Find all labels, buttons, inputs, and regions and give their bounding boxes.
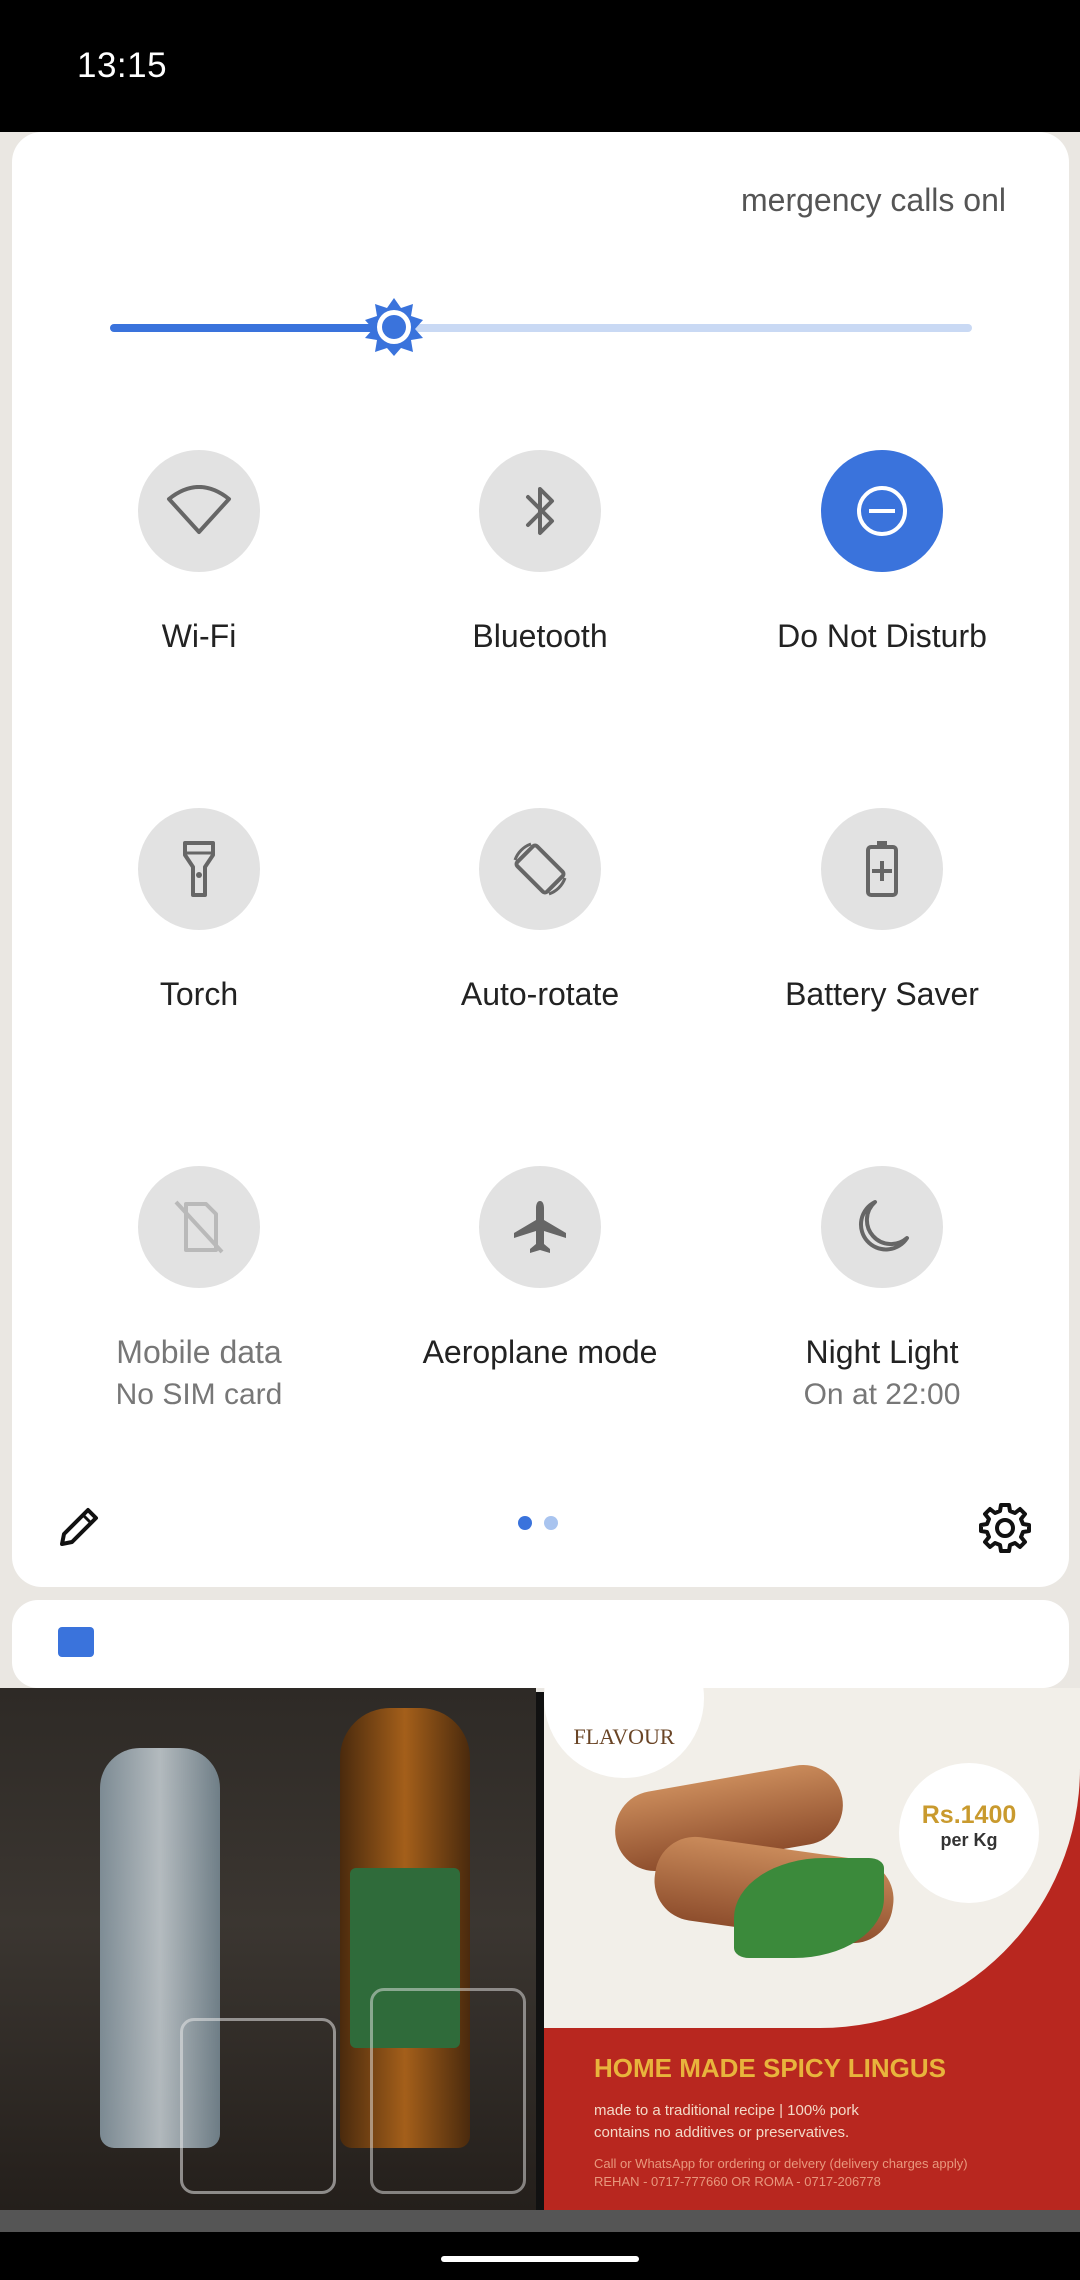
gear-icon: [979, 1503, 1031, 1553]
wifi-icon: [167, 485, 231, 534]
tile-night-light-sublabel: On at 22:00: [803, 1378, 961, 1411]
tile-auto-rotate-button[interactable]: [479, 808, 601, 930]
background-photo-drinks: [0, 1688, 536, 2210]
brightness-slider-fill[interactable]: [110, 324, 392, 332]
tile-wifi[interactable]: Wi-Fi: [28, 450, 370, 658]
torch-icon: [183, 841, 215, 897]
background-promo-image: FLAVOUR Rs.1400 per Kg HOME MADE SPICY L…: [544, 1688, 1080, 2210]
tile-torch[interactable]: Torch: [28, 808, 370, 1016]
google-news-icon: [58, 1627, 94, 1657]
tile-do-not-disturb-button[interactable]: [821, 450, 943, 572]
settings-button[interactable]: [974, 1496, 1036, 1558]
tile-night-light[interactable]: Night Light On at 22:00: [711, 1166, 1053, 1416]
glass-shape: [180, 2018, 336, 2194]
edit-tiles-button[interactable]: [50, 1498, 108, 1556]
pencil-icon: [60, 1508, 98, 1546]
promo-contact: REHAN - 0717-777660 OR ROMA - 0717-20677…: [594, 2174, 881, 2189]
brightness-slider-thumb[interactable]: [363, 296, 425, 358]
carrier-text: mergency calls onl: [741, 182, 1006, 218]
tile-wifi-label: Wi-Fi: [161, 618, 237, 654]
price-unit: per Kg: [940, 1830, 998, 1850]
tile-aeroplane-mode-label: Aeroplane mode: [422, 1334, 658, 1370]
promo-line: contains no additives or preservatives.: [594, 2124, 850, 2141]
do-not-disturb-icon: [857, 486, 907, 536]
page-dot-active: [518, 1516, 532, 1530]
battery-saver-icon: [866, 841, 898, 897]
promo-title: HOME MADE SPICY LINGUS: [594, 2053, 947, 2083]
mobile-data-off-icon: [174, 1200, 224, 1254]
tile-bluetooth-label: Bluetooth: [472, 618, 608, 654]
tile-wifi-button[interactable]: [138, 450, 260, 572]
brightness-slider-track[interactable]: [392, 324, 972, 332]
tile-battery-saver-label: Battery Saver: [785, 976, 979, 1012]
tile-night-light-label: Night Light: [805, 1334, 959, 1370]
price-badge: Rs.1400 per Kg: [899, 1763, 1039, 1903]
tile-torch-button[interactable]: [138, 808, 260, 930]
page-dot-inactive[interactable]: [544, 1516, 558, 1530]
tile-auto-rotate-label: Auto-rotate: [460, 976, 620, 1012]
glass-shape: [370, 1988, 526, 2194]
aeroplane-icon: [514, 1201, 566, 1253]
home-gesture-pill[interactable]: [441, 2256, 639, 2262]
tile-mobile-data-label: Mobile data: [116, 1334, 282, 1370]
status-bar: 13:15: [0, 0, 1080, 132]
clock: 13:15: [77, 46, 168, 85]
tile-aeroplane-mode-button[interactable]: [479, 1166, 601, 1288]
page-indicator: [518, 1516, 558, 1530]
tile-aeroplane-mode[interactable]: Aeroplane mode: [369, 1166, 711, 1374]
tile-battery-saver-button[interactable]: [821, 808, 943, 930]
auto-rotate-icon: [513, 842, 567, 896]
promo-line: made to a traditional recipe | 100% pork: [594, 2102, 859, 2119]
bluetooth-icon: [526, 487, 554, 535]
tile-mobile-data-sublabel: No SIM card: [115, 1378, 283, 1411]
notification-card[interactable]: [12, 1600, 1069, 1688]
tile-do-not-disturb[interactable]: Do Not Disturb: [711, 450, 1053, 658]
night-light-icon: [858, 1200, 909, 1252]
tile-mobile-data[interactable]: Mobile data No SIM card: [28, 1166, 370, 1416]
scroll-edge: [0, 2210, 1080, 2232]
price-text: Rs.1400: [921, 1801, 1017, 1829]
tile-do-not-disturb-label: Do Not Disturb: [777, 618, 987, 654]
tile-bluetooth[interactable]: Bluetooth: [369, 450, 711, 658]
quick-settings-panel: mergency calls onl Wi-Fi Bluetooth Do No…: [12, 132, 1069, 1587]
tile-night-light-button[interactable]: [821, 1166, 943, 1288]
tile-mobile-data-button[interactable]: [138, 1166, 260, 1288]
tile-torch-label: Torch: [159, 976, 239, 1012]
promo-contact: Call or WhatsApp for ordering or delvery…: [594, 2156, 968, 2171]
tile-bluetooth-button[interactable]: [479, 450, 601, 572]
tile-auto-rotate[interactable]: Auto-rotate: [369, 808, 711, 1016]
tile-battery-saver[interactable]: Battery Saver: [711, 808, 1053, 1016]
